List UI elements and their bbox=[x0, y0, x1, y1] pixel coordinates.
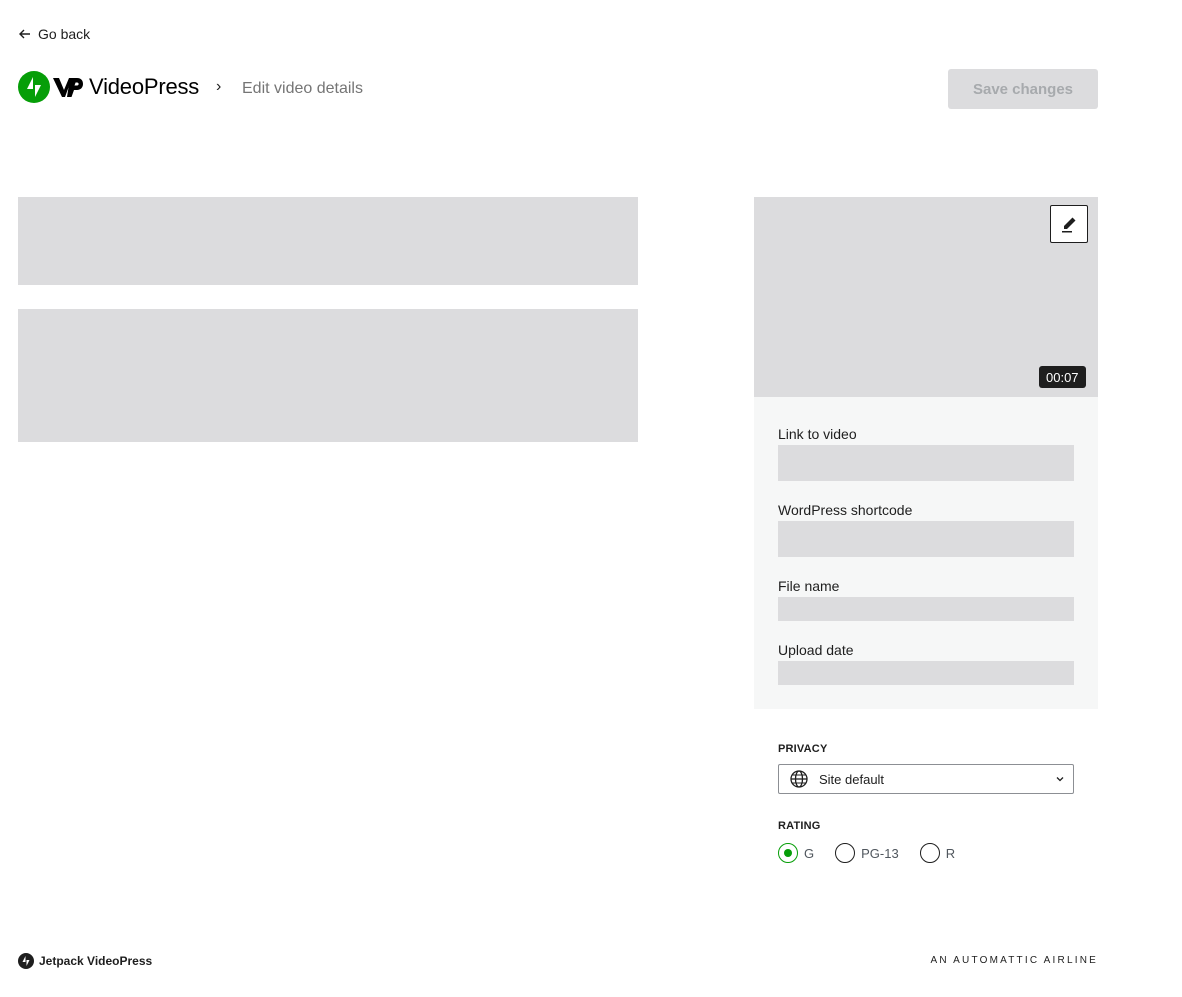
go-back-link[interactable]: Go back bbox=[18, 24, 90, 44]
jetpack-icon bbox=[18, 953, 34, 969]
radio-button[interactable] bbox=[919, 843, 940, 863]
jetpack-icon bbox=[18, 71, 50, 103]
rating-option-label: R bbox=[945, 845, 956, 861]
breadcrumb-separator: › bbox=[216, 78, 222, 95]
file-name-skeleton bbox=[778, 597, 1074, 621]
videopress-logo: VideoPress bbox=[18, 71, 199, 103]
rating-option-pg13[interactable]: PG-13 bbox=[835, 843, 899, 863]
rating-option-label: G bbox=[804, 845, 815, 861]
upload-date-label: Upload date bbox=[778, 642, 854, 658]
footer-brand: Jetpack VideoPress bbox=[18, 953, 152, 969]
pencil-icon bbox=[1062, 217, 1076, 233]
rating-section-label: RATING bbox=[778, 820, 821, 832]
brand-name: VideoPress bbox=[89, 74, 200, 99]
shortcode-skeleton bbox=[778, 521, 1074, 557]
duration-badge: 00:07 bbox=[1039, 366, 1086, 388]
automattic-tagline[interactable]: AN AUTOMATTIC AIRLINE bbox=[920, 955, 1098, 966]
edit-thumbnail-button[interactable] bbox=[1050, 205, 1088, 243]
rating-option-r[interactable]: R bbox=[919, 843, 956, 863]
chevron-down-icon bbox=[1056, 777, 1064, 782]
rating-option-g[interactable]: G bbox=[778, 843, 814, 863]
link-to-video-label: Link to video bbox=[778, 426, 857, 442]
globe-icon bbox=[790, 770, 808, 788]
arrow-left-icon bbox=[19, 29, 30, 39]
title-field-skeleton bbox=[18, 197, 638, 285]
description-field-skeleton bbox=[18, 309, 638, 442]
page-title: Edit video details bbox=[242, 80, 363, 97]
radio-button[interactable] bbox=[835, 843, 856, 863]
shortcode-label: WordPress shortcode bbox=[778, 502, 913, 518]
radio-button-checked[interactable] bbox=[778, 843, 798, 863]
privacy-section-label: PRIVACY bbox=[778, 743, 828, 755]
file-name-label: File name bbox=[778, 578, 840, 594]
go-back-label: Go back bbox=[38, 26, 91, 42]
vp-mark-icon bbox=[53, 78, 83, 97]
save-changes-button[interactable]: Save changes bbox=[948, 69, 1098, 109]
rating-option-label: PG-13 bbox=[861, 845, 899, 861]
footer-product-name: Jetpack VideoPress bbox=[39, 954, 153, 968]
upload-date-skeleton bbox=[778, 661, 1074, 685]
rating-radio-group: G PG-13 R bbox=[778, 843, 976, 863]
privacy-select[interactable]: Site default bbox=[778, 764, 1074, 794]
privacy-selected-value: Site default bbox=[819, 771, 885, 787]
link-to-video-skeleton bbox=[778, 445, 1074, 481]
